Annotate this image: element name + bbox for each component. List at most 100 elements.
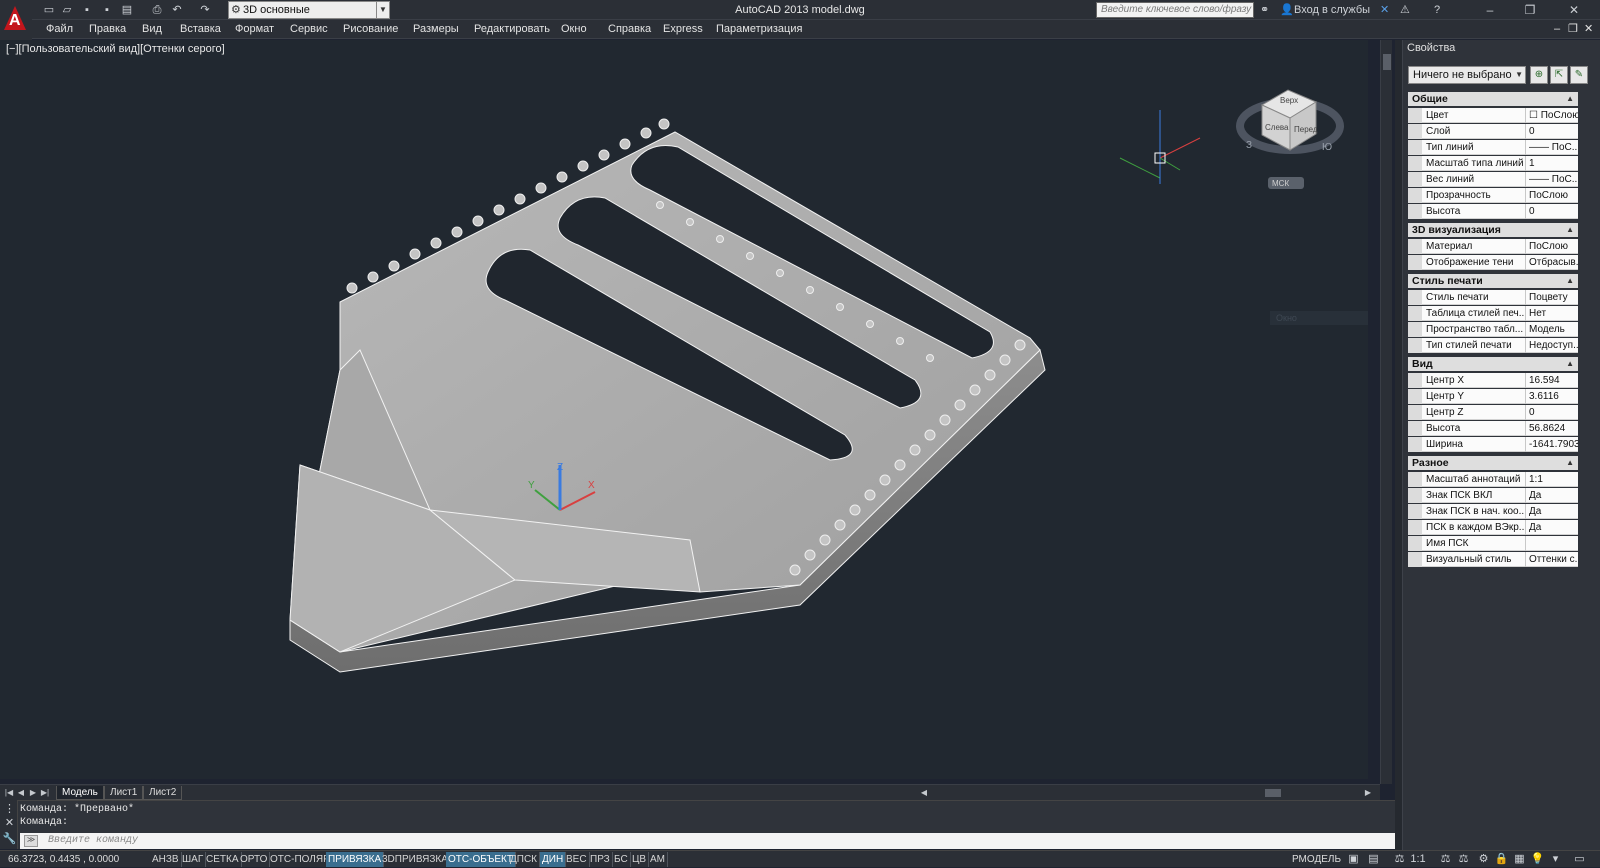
toggle-3dosnap[interactable]: 3DПРИВЯЗКА [380, 852, 451, 867]
command-input[interactable]: ≫ Введите команду [20, 833, 1395, 849]
property-row[interactable]: Таблица стилей печ... Нет [1408, 306, 1578, 321]
property-value[interactable]: 0 [1529, 124, 1578, 139]
workspace-switch-icon[interactable]: ⚙ [1476, 852, 1491, 867]
property-value[interactable]: Оттенки с... [1529, 552, 1578, 567]
close-button[interactable]: ✕ [1554, 0, 1594, 20]
scroll-right-icon[interactable]: ▶ [1363, 787, 1373, 798]
tab-sheet2[interactable]: Лист2 [143, 786, 183, 800]
menu-insert[interactable]: Вставка [180, 20, 221, 39]
menu-parametric[interactable]: Параметризация [716, 20, 802, 39]
property-row[interactable]: Центр Z0 [1408, 405, 1578, 420]
property-row[interactable]: Вес линий —— ПоС... [1408, 172, 1578, 187]
scrollbar-thumb[interactable] [1265, 789, 1281, 797]
quick-view-layouts-icon[interactable]: ▣ [1346, 852, 1361, 867]
property-value[interactable] [1529, 536, 1578, 551]
help-icon[interactable]: ? [1434, 2, 1440, 18]
status-menu-icon[interactable]: ▾ [1548, 852, 1563, 867]
toggle-selection-cycling[interactable]: ЦВ [630, 852, 650, 867]
exchange-icon[interactable]: ✕ [1380, 2, 1389, 18]
open-file-icon[interactable]: ▱ [60, 3, 74, 17]
property-value[interactable]: Нет [1529, 306, 1578, 321]
wcs-menu-label[interactable]: МСК [1272, 179, 1289, 188]
redo-icon[interactable]: ↷ [198, 3, 212, 17]
toggle-dyn[interactable]: ДИН [540, 852, 567, 867]
property-row[interactable]: Прозрачность ПоСлою [1408, 188, 1578, 203]
save-icon[interactable]: ▪ [80, 3, 94, 17]
wrench-icon[interactable]: 🔧 [2, 832, 17, 847]
section-header[interactable]: 3D визуализация ▲ [1408, 223, 1578, 237]
property-value[interactable]: 0 [1529, 405, 1578, 420]
toggle-ducs[interactable]: ДПСК [508, 852, 541, 867]
menu-dimension[interactable]: Размеры [413, 20, 459, 39]
section-header[interactable]: Разное ▲ [1408, 456, 1578, 470]
collapse-icon[interactable]: ▲ [1566, 274, 1574, 288]
quick-view-drawings-icon[interactable]: ▤ [1366, 852, 1381, 867]
prev-tab-icon[interactable]: ◀ [16, 787, 26, 798]
model-space-toggle[interactable]: РМОДЕЛЬ [1292, 851, 1341, 868]
property-row[interactable]: Пространство табл... Модель [1408, 322, 1578, 337]
scroll-left-icon[interactable]: ◀ [919, 787, 929, 798]
menu-modify[interactable]: Редактировать [474, 20, 550, 39]
property-row[interactable]: Ширина -1641.7903 [1408, 437, 1578, 452]
section-header[interactable]: Вид ▲ [1408, 357, 1578, 371]
menu-tools[interactable]: Сервис [290, 20, 328, 39]
hardware-acceleration-icon[interactable]: ▦ [1512, 852, 1527, 867]
toggle-infer-constraints[interactable]: АНЗВ [150, 852, 182, 867]
menu-draw[interactable]: Рисование [343, 20, 398, 39]
viewcube[interactable]: Верх Слева Перед З Ю МСК [1236, 89, 1344, 189]
menu-window[interactable]: Окно [561, 20, 587, 39]
annotation-visibility-icon[interactable]: ⚖ [1438, 852, 1453, 867]
quick-select-button[interactable]: ✎ [1570, 66, 1588, 84]
property-row[interactable]: Высота 0 [1408, 204, 1578, 219]
property-row[interactable]: Слой 0 [1408, 124, 1578, 139]
toggle-grid[interactable]: СЕТКА [204, 852, 242, 867]
property-value[interactable]: Да [1529, 488, 1578, 503]
property-value[interactable]: -1641.7903 [1529, 437, 1578, 452]
publish-icon[interactable]: ▤ [120, 3, 134, 17]
auto-scale-icon[interactable]: ⚖ [1456, 852, 1471, 867]
property-value[interactable]: 0 [1529, 204, 1578, 219]
command-window-handle[interactable]: ⋮ ✕ 🔧 [0, 800, 18, 849]
property-value[interactable]: ☐ ПоСлою [1529, 108, 1578, 123]
select-objects-button[interactable]: ⇱ [1550, 66, 1568, 84]
property-value[interactable]: 3.6116 [1529, 389, 1578, 404]
toggle-lineweight[interactable]: ВЕС [564, 852, 590, 867]
minimize-button[interactable]: – [1470, 0, 1510, 20]
property-value[interactable]: Поцвету [1529, 290, 1578, 305]
collapse-icon[interactable]: ▲ [1566, 92, 1574, 106]
section-header[interactable]: Общие ▲ [1408, 92, 1578, 106]
toggle-pickadd-button[interactable]: ⊕ [1530, 66, 1548, 84]
a360-icon[interactable]: ⚠ [1400, 2, 1410, 18]
close-icon[interactable]: ✕ [2, 816, 17, 831]
maximize-button[interactable]: ❐ [1510, 0, 1550, 20]
property-row[interactable]: Высота 56.8624 [1408, 421, 1578, 436]
menu-view[interactable]: Вид [142, 20, 162, 39]
menu-help[interactable]: Справка [608, 20, 651, 39]
tab-model[interactable]: Модель [56, 786, 104, 800]
toggle-snap[interactable]: ШАГ [180, 852, 207, 867]
property-value[interactable]: Да [1529, 520, 1578, 535]
menu-format[interactable]: Формат [235, 20, 274, 39]
toggle-osnap[interactable]: ПРИВЯЗКА [326, 852, 385, 867]
property-row[interactable]: Тип стилей печати Недоступ... [1408, 338, 1578, 353]
application-menu-button[interactable]: A [0, 0, 32, 40]
property-value[interactable]: Модель [1529, 322, 1578, 337]
property-row[interactable]: ПСК в каждом ВЭкр... Да [1408, 520, 1578, 535]
clean-screen-icon[interactable]: ▭ [1572, 852, 1587, 867]
doc-minimize-button[interactable]: – [1554, 20, 1560, 39]
drawing-viewport[interactable]: [−][Пользовательский вид][Оттенки серого… [0, 40, 1368, 779]
property-row[interactable]: Центр X 16.594 [1408, 373, 1578, 388]
property-row[interactable]: Знак ПСК в нач. коо... Да [1408, 504, 1578, 519]
collapse-icon[interactable]: ▲ [1566, 357, 1574, 371]
property-row[interactable]: Масштаб аннотаций 1:1 [1408, 472, 1578, 487]
sign-in-link[interactable]: Вход в службы [1294, 2, 1370, 18]
property-row[interactable]: Визуальный стиль Оттенки с... [1408, 552, 1578, 567]
toggle-quick-properties[interactable]: БС [612, 852, 631, 867]
property-value[interactable]: 1:1 [1529, 472, 1578, 487]
property-row[interactable]: Цвет ☐ ПоСлою [1408, 108, 1578, 123]
palette-scrollbar[interactable] [1578, 92, 1588, 850]
command-prompt-icon[interactable]: ≫ [24, 835, 38, 847]
new-file-icon[interactable]: ▭ [42, 3, 56, 17]
toggle-annotation-monitor[interactable]: АМ [648, 852, 668, 867]
undo-icon[interactable]: ↶ [170, 3, 184, 17]
